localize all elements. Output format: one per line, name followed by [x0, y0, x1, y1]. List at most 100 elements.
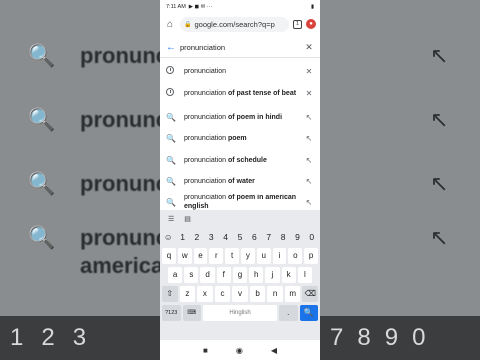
suggestion-text: pronunciation of poem in american englis…	[184, 194, 304, 210]
clear-icon[interactable]: ✕	[304, 42, 314, 53]
suggestion-prefix: pronunciation	[184, 177, 228, 185]
extension-icon[interactable]: ●	[306, 19, 316, 29]
key-o[interactable]: o	[288, 247, 303, 264]
number-key-1[interactable]: 1	[176, 229, 188, 245]
search-icon: 🔍	[166, 176, 176, 186]
space-key[interactable]: Hinglish	[203, 304, 277, 321]
number-key-6[interactable]: 6	[248, 229, 260, 245]
key-y[interactable]: y	[241, 247, 255, 264]
key-r[interactable]: r	[209, 247, 224, 264]
language-key[interactable]: ⌨	[182, 304, 201, 321]
shift-key[interactable]: ⇧	[161, 285, 178, 302]
key-row-4: ?123 ⌨ Hinglish . 🔍	[160, 303, 320, 322]
bg-text: pronunciation	[80, 171, 160, 196]
key-k[interactable]: k	[281, 266, 296, 283]
bg-row: ↖	[320, 100, 480, 140]
home-nav-icon[interactable]: ◉	[236, 346, 243, 355]
battery-icon: ▮	[310, 3, 314, 10]
key-m[interactable]: m	[284, 285, 301, 302]
menu-icon[interactable]: ☰	[168, 215, 174, 223]
key-q[interactable]: q	[162, 247, 176, 264]
emoji-icon[interactable]: ☺	[162, 229, 174, 245]
key-d[interactable]: d	[200, 266, 215, 283]
search-icon: 🔍	[28, 171, 56, 196]
key-z[interactable]: z	[179, 285, 196, 302]
bg-number: 0	[412, 324, 426, 351]
history-clock-icon	[166, 88, 184, 98]
phone-screen: 7:11 AM ▶ ◼ ✉ ··· ▮ ⌂ 🔒 google.com/searc…	[160, 0, 320, 360]
suggestion-item[interactable]: pronunciation ✕	[160, 62, 320, 80]
key-g[interactable]: g	[232, 266, 248, 283]
address-bar[interactable]: 🔒 google.com/search?q=p	[180, 16, 289, 32]
key-s[interactable]: s	[184, 266, 199, 283]
bg-row: 🔍 pronunciation	[0, 100, 160, 140]
key-e[interactable]: e	[193, 247, 208, 264]
backspace-key[interactable]: ⌫	[302, 285, 319, 302]
number-key-0[interactable]: 0	[306, 229, 318, 245]
bg-text: american	[80, 253, 160, 278]
arrow-up-left-icon: ↖	[430, 107, 449, 132]
search-key[interactable]: 🔍	[299, 304, 318, 321]
number-key-5[interactable]: 5	[234, 229, 246, 245]
suggestion-prefix: pronunciation	[184, 194, 228, 201]
suggestion-text: pronunciation of schedule	[184, 156, 304, 165]
number-key-8[interactable]: 8	[277, 229, 289, 245]
remove-icon[interactable]: ✕	[304, 89, 314, 98]
fill-arrow-icon[interactable]: ↖	[304, 134, 314, 143]
fill-arrow-icon[interactable]: ↖	[304, 177, 314, 186]
number-key-7[interactable]: 7	[263, 229, 275, 245]
number-key-3[interactable]: 3	[205, 229, 217, 245]
suggestion-prefix: pronunciation	[184, 156, 228, 164]
number-key-4[interactable]: 4	[219, 229, 231, 245]
status-bar: 7:11 AM ▶ ◼ ✉ ··· ▮	[160, 0, 320, 13]
suggestion-item[interactable]: 🔍 pronunciation of schedule ↖	[160, 151, 320, 169]
remove-icon[interactable]: ✕	[304, 67, 314, 76]
search-icon: 🔍	[166, 197, 176, 207]
suggestion-item[interactable]: 🔍 pronunciation of poem in hindi ↖	[160, 108, 320, 126]
back-arrow-icon[interactable]: ←	[166, 42, 180, 53]
back-nav-icon[interactable]: ◀	[271, 346, 277, 355]
key-f[interactable]: f	[216, 266, 231, 283]
key-v[interactable]: v	[232, 285, 248, 302]
suggestion-prefix: pronunciation	[184, 67, 227, 75]
key-a[interactable]: a	[168, 266, 183, 283]
key-u[interactable]: u	[256, 247, 271, 264]
number-key-2[interactable]: 2	[191, 229, 203, 245]
clipboard-icon[interactable]: ▤	[184, 215, 191, 223]
notification-icons: ▶ ◼ ✉ ···	[188, 3, 213, 10]
search-input[interactable]	[180, 43, 304, 52]
key-h[interactable]: h	[249, 266, 264, 283]
key-l[interactable]: l	[297, 266, 312, 283]
bg-number: 9	[384, 324, 399, 351]
home-icon[interactable]: ⌂	[164, 19, 176, 30]
bg-number: 3	[72, 324, 87, 351]
number-key-9[interactable]: 9	[291, 229, 303, 245]
suggestion-item[interactable]: 🔍 pronunciation of water ↖	[160, 172, 320, 190]
key-n[interactable]: n	[267, 285, 283, 302]
bg-number: 7	[330, 324, 344, 351]
key-j[interactable]: j	[265, 266, 280, 283]
suggestion-text: pronunciation of poem in hindi	[184, 113, 304, 122]
key-c[interactable]: c	[214, 285, 231, 302]
key-p[interactable]: p	[304, 247, 318, 264]
search-row: ← ✕	[160, 38, 320, 58]
bg-row: ↖	[320, 218, 480, 258]
fill-arrow-icon[interactable]: ↖	[304, 113, 314, 122]
number-row: ☺ 1 2 3 4 5 6 7 8 9 0	[160, 227, 320, 246]
key-x[interactable]: x	[197, 285, 213, 302]
period-key[interactable]: .	[279, 304, 298, 321]
status-time: 7:11 AM	[166, 3, 186, 10]
suggestion-item[interactable]: pronunciation of past tense of beat ✕	[160, 82, 320, 104]
key-i[interactable]: i	[272, 247, 287, 264]
recents-icon[interactable]: ■	[203, 346, 208, 355]
suggestion-item[interactable]: 🔍 pronunciation poem ↖	[160, 129, 320, 147]
tab-switcher-button[interactable]: 1	[293, 19, 302, 29]
symbols-key[interactable]: ?123	[162, 304, 181, 321]
suggestion-text: pronunciation	[184, 67, 304, 76]
key-w[interactable]: w	[177, 247, 192, 264]
key-b[interactable]: b	[249, 285, 266, 302]
fill-arrow-icon[interactable]: ↖	[304, 198, 314, 207]
key-t[interactable]: t	[225, 247, 239, 264]
suggestion-item[interactable]: 🔍 pronunciation of poem in american engli…	[160, 194, 320, 210]
fill-arrow-icon[interactable]: ↖	[304, 156, 314, 165]
